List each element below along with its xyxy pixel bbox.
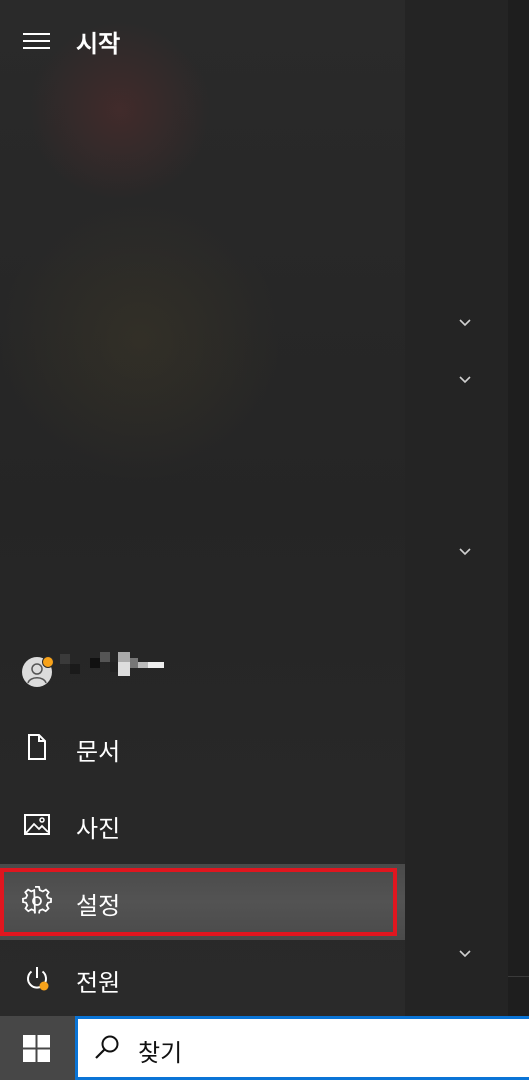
image-icon (24, 814, 50, 835)
start-button[interactable] (0, 1016, 75, 1080)
power-icon (27, 967, 49, 991)
chevron-down-icon[interactable] (455, 374, 475, 386)
tile-area-strip (508, 0, 529, 977)
settings-button[interactable]: 설정 (0, 864, 405, 940)
tile-area (405, 0, 529, 1016)
documents-button[interactable]: 문서 (0, 710, 405, 786)
chevron-down-icon[interactable] (455, 317, 475, 329)
pictures-button[interactable]: 사진 (0, 787, 405, 863)
windows-logo-icon (23, 1035, 50, 1062)
chevron-down-icon[interactable] (455, 546, 475, 558)
tile-area-inner (405, 0, 508, 1016)
power-button[interactable]: 전원 (0, 941, 405, 1017)
documents-label: 문서 (76, 738, 121, 766)
pictures-label: 사진 (76, 815, 121, 843)
start-menu-title: 시작 (76, 30, 121, 58)
gear-icon (22, 886, 52, 914)
search-input[interactable]: 찾기 (75, 1016, 529, 1080)
chevron-down-icon[interactable] (455, 948, 475, 960)
power-label: 전원 (76, 969, 121, 997)
notification-badge (42, 656, 54, 668)
redacted-username (60, 652, 170, 680)
hamburger-icon[interactable] (23, 33, 50, 50)
search-icon (95, 1035, 119, 1059)
search-placeholder: 찾기 (138, 1039, 183, 1067)
taskbar: 찾기 (0, 1016, 529, 1080)
document-icon (28, 734, 46, 760)
settings-label: 설정 (76, 892, 121, 920)
